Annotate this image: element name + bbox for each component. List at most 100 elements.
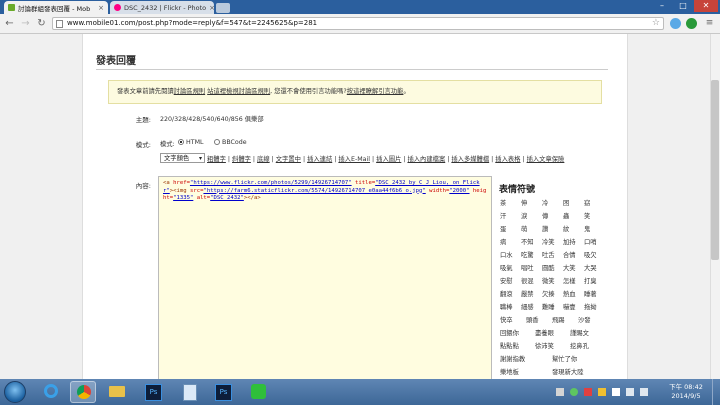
- emoticon-link[interactable]: 頭香: [526, 315, 539, 324]
- evernote-icon[interactable]: [686, 18, 697, 29]
- flag-icon[interactable]: [612, 388, 620, 396]
- emoticon-link[interactable]: 傳: [542, 211, 548, 220]
- emoticon-link[interactable]: 睡著: [584, 289, 597, 298]
- emoticon-link[interactable]: 笑: [584, 211, 590, 220]
- emoticon-link[interactable]: 汗: [500, 211, 506, 220]
- format-link[interactable]: 粗體字: [207, 156, 226, 163]
- emoticon-link[interactable]: 困: [563, 198, 569, 207]
- emoticon-link[interactable]: 點點點: [500, 341, 519, 350]
- emoticon-link[interactable]: 加持: [563, 237, 576, 246]
- format-link[interactable]: 插入內建檔案: [407, 156, 445, 163]
- emoticon-link[interactable]: 萌: [521, 224, 527, 233]
- network-icon[interactable]: [626, 388, 634, 396]
- emoticon-link[interactable]: 吸氣: [500, 263, 513, 272]
- bookmark-star-icon[interactable]: ☆: [652, 18, 660, 29]
- scrollbar-thumb[interactable]: [711, 80, 719, 260]
- text-color-select[interactable]: 文字顏色 ▾: [160, 153, 205, 163]
- emoticon-link[interactable]: 拖拗: [584, 302, 597, 311]
- emoticon-link[interactable]: 大笑: [563, 263, 576, 272]
- emoticon-link[interactable]: 合情: [563, 250, 576, 259]
- notepad-icon[interactable]: [176, 381, 202, 403]
- emoticon-link[interactable]: 飛踢: [552, 315, 565, 324]
- emoticon-link[interactable]: 細感: [521, 302, 534, 311]
- folder-icon[interactable]: [104, 381, 130, 403]
- emoticon-link[interactable]: 沙發: [578, 315, 591, 324]
- emoticon-link[interactable]: 蟲: [563, 211, 569, 220]
- emoticon-link[interactable]: 怎樣: [563, 276, 576, 285]
- volume-icon[interactable]: [640, 388, 648, 396]
- emoticon-link[interactable]: 很混: [521, 276, 534, 285]
- tray-app-icon[interactable]: [598, 388, 606, 396]
- format-link[interactable]: 插入E-Mail: [338, 156, 370, 163]
- emoticon-link[interactable]: 口哨: [584, 237, 597, 246]
- emoticon-link[interactable]: 回餵你: [500, 328, 519, 337]
- photoshop-icon[interactable]: Ps: [140, 381, 166, 403]
- emoticon-link[interactable]: 吃驚: [521, 250, 534, 259]
- emoticon-link[interactable]: 口水: [500, 250, 513, 259]
- format-link[interactable]: 插入連結: [307, 156, 332, 163]
- menu-icon[interactable]: ≡: [703, 17, 716, 30]
- emoticon-link[interactable]: 打臭: [584, 276, 597, 285]
- ie-icon[interactable]: [38, 381, 64, 403]
- clock[interactable]: 下午 08:42 2014/9/5: [666, 383, 706, 401]
- emoticon-link[interactable]: 不知: [521, 237, 534, 246]
- emoticon-link[interactable]: 窈: [584, 198, 590, 207]
- emoticon-link[interactable]: 大哭: [584, 263, 597, 272]
- format-link[interactable]: 插入文章保險: [527, 156, 565, 163]
- emoticon-link[interactable]: 嚴禁: [521, 289, 534, 298]
- emoticon-link[interactable]: 伸: [521, 198, 527, 207]
- emoticon-link[interactable]: 茶: [500, 198, 506, 207]
- emoticon-link[interactable]: 徐沛笑: [535, 341, 554, 350]
- extension-icon[interactable]: [670, 18, 681, 29]
- minimize-button[interactable]: –: [652, 0, 672, 12]
- show-desktop-button[interactable]: [712, 379, 720, 405]
- emoticon-link[interactable]: 熱血: [563, 289, 576, 298]
- emoticon-link[interactable]: 幫忙了你: [552, 354, 577, 363]
- emoticon-link[interactable]: 讚: [542, 224, 548, 233]
- quote-help-link[interactable]: 按這裡瞭解引言功能: [347, 88, 404, 95]
- forward-arrow-icon[interactable]: →: [19, 17, 32, 30]
- chrome-icon[interactable]: [70, 381, 96, 403]
- emoticon-link[interactable]: 難睡: [542, 302, 555, 311]
- emoticon-link[interactable]: 快卒: [500, 315, 513, 324]
- emoticon-link[interactable]: 職棒: [500, 302, 513, 311]
- emoticon-link[interactable]: 淚: [521, 211, 527, 220]
- format-link[interactable]: 斜體字: [232, 156, 251, 163]
- back-arrow-icon[interactable]: ←: [3, 17, 16, 30]
- emoticon-link[interactable]: 蛋: [500, 224, 506, 233]
- content-textarea[interactable]: <a href="https://www.flickr.com/photos/5…: [158, 176, 492, 379]
- emoticon-link[interactable]: 嚇壹: [563, 302, 576, 311]
- format-link[interactable]: 插入圖片: [376, 156, 401, 163]
- mode-html-radio[interactable]: HTML: [178, 139, 204, 146]
- tray-app-icon[interactable]: [584, 388, 592, 396]
- format-link[interactable]: 文字置中: [276, 156, 301, 163]
- emoticon-link[interactable]: 欠揍: [542, 289, 555, 298]
- new-tab-button[interactable]: [216, 3, 230, 13]
- address-bar[interactable]: www.mobile01.com/post.php?mode=reply&f=5…: [52, 17, 664, 30]
- close-tab-icon[interactable]: ×: [95, 4, 104, 12]
- emoticon-link[interactable]: 樂地板: [500, 367, 519, 376]
- photoshop-icon-2[interactable]: Ps: [210, 381, 236, 403]
- emoticon-link[interactable]: 圓酷: [542, 263, 555, 272]
- tray-app-icon[interactable]: [570, 388, 578, 396]
- close-tab-icon[interactable]: ×: [206, 4, 214, 12]
- close-window-button[interactable]: ✕: [694, 0, 718, 12]
- emoticon-link[interactable]: 冷: [542, 198, 548, 207]
- tab-flickr[interactable]: DSC_2432 | Flickr - Photo ×: [110, 1, 214, 14]
- rules-link[interactable]: 討論區規則: [174, 88, 205, 95]
- start-button[interactable]: [4, 381, 26, 403]
- emoticon-link[interactable]: 發現新大陸: [552, 367, 583, 376]
- emoticon-link[interactable]: 盡養眼: [535, 328, 554, 337]
- emoticon-link[interactable]: 挖鼻孔: [570, 341, 589, 350]
- emoticon-link[interactable]: 謹賜文: [570, 328, 589, 337]
- emoticon-link[interactable]: 安慰: [500, 276, 513, 285]
- tab-reply[interactable]: 討論群組發表回覆 - Mob ×: [4, 1, 108, 14]
- emoticon-link[interactable]: 吐舌: [542, 250, 555, 259]
- emoticon-link[interactable]: 翻滾: [500, 289, 513, 298]
- reload-icon[interactable]: ↻: [35, 17, 48, 30]
- emoticon-link[interactable]: 微笑: [542, 276, 555, 285]
- maximize-button[interactable]: □: [673, 0, 693, 12]
- emoticon-link[interactable]: 冷笑: [542, 237, 555, 246]
- emoticon-link[interactable]: 謝謝指教: [500, 354, 525, 363]
- emoticon-link[interactable]: 鬼: [584, 224, 590, 233]
